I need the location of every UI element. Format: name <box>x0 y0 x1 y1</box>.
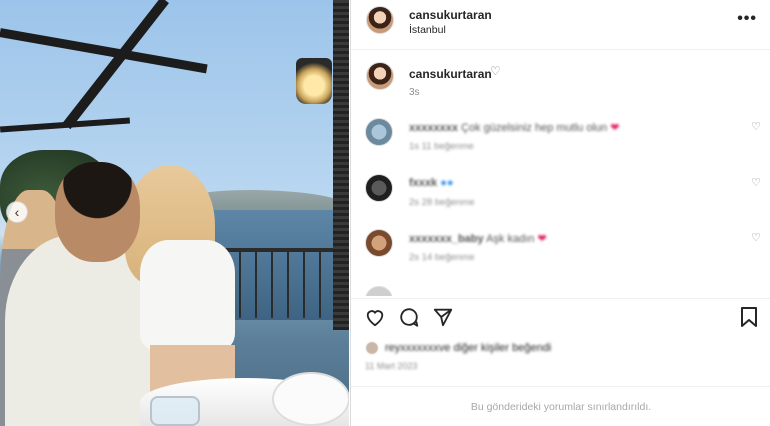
plate <box>272 372 349 426</box>
post-header: cansukurtaran İstanbul ••• <box>351 0 770 50</box>
red-heart-icon: ❤ <box>610 122 620 134</box>
comment-avatar[interactable] <box>365 118 393 146</box>
location-link[interactable]: İstanbul <box>409 24 446 36</box>
comment-meta: 2s 14 beğenme <box>409 252 475 263</box>
action-bar <box>351 298 770 334</box>
woman-figure <box>140 240 235 350</box>
comment-text: fxxxk ●● <box>409 177 454 189</box>
comment-username[interactable]: fxxxk <box>409 177 437 189</box>
awning-beam <box>62 0 169 130</box>
man-head <box>55 162 140 262</box>
comment-like-icon[interactable]: ♡ <box>751 231 761 244</box>
comment-avatar[interactable] <box>365 286 393 296</box>
comment-meta: 1s 11 beğenme <box>409 141 474 152</box>
railing <box>225 248 349 318</box>
comment-username[interactable]: xxxxxxx_baby <box>409 233 484 245</box>
post-photo[interactable]: ‹ <box>0 0 349 426</box>
post-date: 11 Mart 2023 <box>365 361 418 371</box>
bookmark-icon[interactable] <box>737 305 761 329</box>
comment-item: xxxxxxx_baby Aşk kadın ❤ 2s 14 beğenme ♡ <box>351 229 770 277</box>
heart-outline-icon[interactable]: ♡ <box>490 64 501 78</box>
post-sidebar: cansukurtaran İstanbul ••• cansukurtaran… <box>350 0 770 426</box>
header-username[interactable]: cansukurtaran <box>409 8 492 22</box>
likes-text[interactable]: reyxxxxxxxve diğer kişiler beğendi <box>385 342 551 354</box>
lamp <box>296 58 332 104</box>
liker-avatar <box>365 341 379 355</box>
column <box>333 0 349 330</box>
chevron-left-icon: ‹ <box>14 204 20 220</box>
comment-like-icon[interactable]: ♡ <box>751 176 761 189</box>
comment-avatar[interactable] <box>365 229 393 257</box>
awning <box>0 28 208 74</box>
comment-icon[interactable] <box>397 305 421 329</box>
more-options-icon[interactable]: ••• <box>737 10 757 28</box>
carousel-prev-button[interactable]: ‹ <box>6 201 28 223</box>
red-heart-icon: ❤ <box>537 233 547 245</box>
comment-item-partial <box>351 286 770 296</box>
comment-meta: 2s 28 beğenme <box>409 197 475 208</box>
caption: cansukurtaran ♡ 3s <box>351 58 770 102</box>
caption-avatar[interactable] <box>366 62 394 90</box>
comment-item: fxxxk ●● 2s 28 beğenme ♡ <box>351 174 770 222</box>
comment-like-icon[interactable]: ♡ <box>751 120 761 133</box>
comment-text: xxxxxxx_baby Aşk kadın ❤ <box>409 233 547 245</box>
comment-text: xxxxxxxx Çok güzelsiniz hep mutlu olun ❤ <box>409 122 620 134</box>
avatar[interactable] <box>366 6 394 34</box>
comment-item: xxxxxxxx Çok güzelsiniz hep mutlu olun ❤… <box>351 118 770 166</box>
likes-summary[interactable]: reyxxxxxxxve diğer kişiler beğendi <box>365 339 551 357</box>
share-icon[interactable] <box>431 305 455 329</box>
blue-emoji-icon: ●● <box>440 177 454 189</box>
caption-time[interactable]: 3s <box>409 87 420 98</box>
comment-avatar[interactable] <box>365 174 393 202</box>
glass <box>150 396 200 426</box>
caption-username[interactable]: cansukurtaran <box>409 67 492 81</box>
like-heart-icon[interactable] <box>363 305 387 329</box>
comments-restricted-notice: Bu gönderideki yorumlar sınırlandırıldı. <box>351 386 770 426</box>
comment-username[interactable]: xxxxxxxx <box>409 122 458 134</box>
